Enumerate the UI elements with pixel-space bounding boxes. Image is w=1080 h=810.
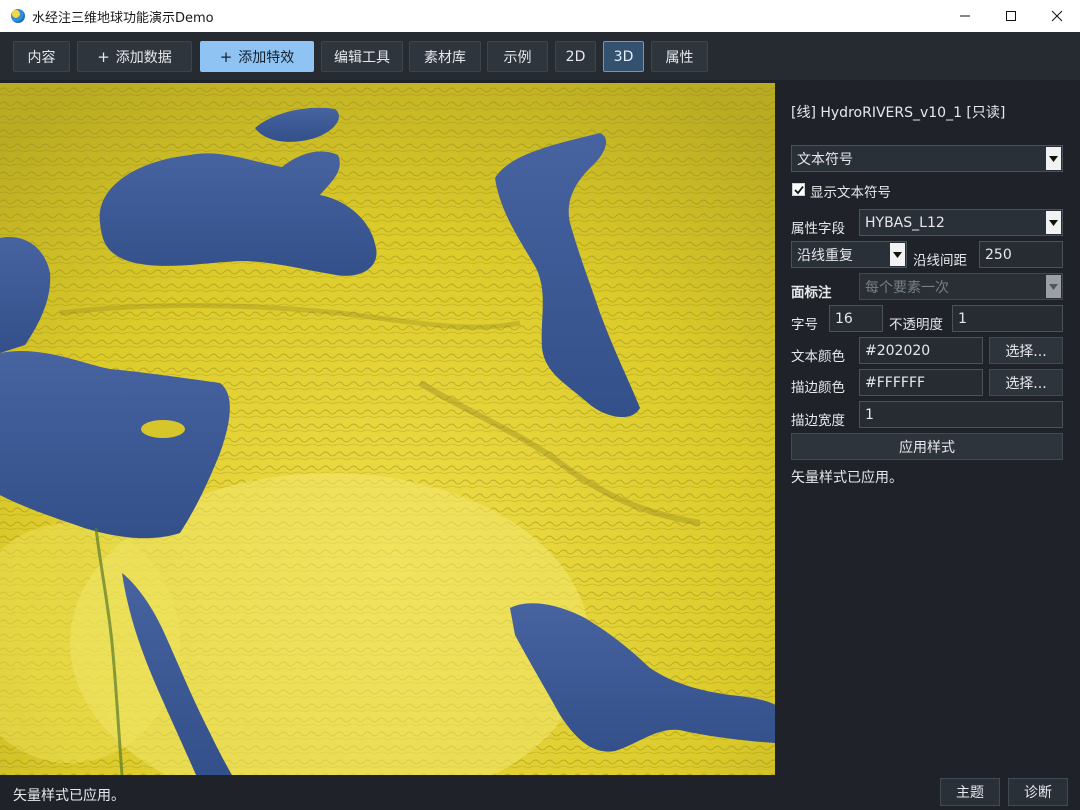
stroke-width-input[interactable]: 1 [859,401,1063,428]
attr-field-label: 属性字段 [791,221,845,237]
stroke-width-label: 描边宽度 [791,413,845,429]
title-bar: 水经注三维地球功能演示Demo [0,0,1080,32]
chevron-down-icon [890,243,905,266]
show-text-checkbox[interactable] [792,183,805,196]
style-properties-panel: [线] HydroRIVERS_v10_1 [只读] 文本符号 显示文本符号 属… [778,83,1080,775]
globe-map-view[interactable] [0,83,775,775]
apply-style-button[interactable]: 应用样式 [791,433,1063,460]
properties-button[interactable]: 属性 [651,41,708,72]
globe-app-icon [11,9,25,23]
view-3d-button-label: 3D [613,48,634,65]
add-effect-button[interactable]: + 添加特效 [200,41,314,72]
font-size-label: 字号 [791,317,818,333]
opacity-input[interactable]: 1 [952,305,1063,332]
font-size-input[interactable]: 16 [829,305,883,332]
minimize-button[interactable] [942,0,988,32]
main-toolbar: 内容 + 添加数据 + 添加特效 编辑工具 素材库 示例 2D 3D 属性 [0,32,1080,80]
material-library-button[interactable]: 素材库 [409,41,481,72]
layer-title: [线] HydroRIVERS_v10_1 [只读] [791,105,1006,121]
maximize-button[interactable] [988,0,1034,32]
edit-tools-button-label: 编辑工具 [334,49,390,66]
show-text-label: 显示文本符号 [810,185,891,201]
chevron-down-icon [1046,211,1061,234]
text-color-pick-button[interactable]: 选择... [989,337,1063,364]
area-mode-value: 每个要素一次 [865,279,949,296]
edit-tools-button[interactable]: 编辑工具 [321,41,403,72]
add-data-button[interactable]: + 添加数据 [77,41,192,72]
close-button[interactable] [1034,0,1080,32]
status-bar: 矢量样式已应用。 主题 诊断 [0,775,1080,810]
symbol-type-select[interactable]: 文本符号 [791,145,1063,172]
close-icon [1051,10,1063,22]
satellite-terrain-map [0,83,775,775]
text-color-input[interactable]: #202020 [859,337,983,364]
properties-button-label: 属性 [665,49,694,66]
contents-button[interactable]: 内容 [13,41,70,72]
chevron-down-icon [1046,147,1061,170]
chevron-down-icon [1046,275,1061,298]
line-spacing-input[interactable]: 250 [979,241,1063,268]
view-2d-button-label: 2D [565,48,586,65]
window-controls [942,0,1080,32]
stroke-color-pick-button[interactable]: 选择... [989,369,1063,396]
cyprus-island [141,420,185,438]
line-spacing-label: 沿线间距 [913,253,967,269]
line-mode-select[interactable]: 沿线重复 [791,241,907,268]
plus-icon: + [97,47,110,66]
add-data-button-label: 添加数据 [115,49,172,66]
theme-button[interactable]: 主题 [940,778,1000,806]
area-label: 面标注 [791,285,832,301]
maximize-icon [1006,11,1016,21]
add-effect-button-label: 添加特效 [238,49,295,66]
attr-field-select[interactable]: HYBAS_L12 [859,209,1063,236]
minimize-icon [960,15,970,17]
stroke-color-label: 描边颜色 [791,380,845,396]
view-3d-button[interactable]: 3D [603,41,644,72]
contents-button-label: 内容 [27,49,56,66]
checkmark-icon [793,185,804,194]
view-2d-button[interactable]: 2D [555,41,596,72]
line-mode-value: 沿线重复 [797,247,853,264]
examples-button-label: 示例 [503,49,532,66]
attr-field-value: HYBAS_L12 [865,214,945,231]
area-label-mode-select[interactable]: 每个要素一次 [859,273,1063,300]
black-sea [99,151,377,276]
opacity-label: 不透明度 [889,317,943,333]
plus-icon: + [219,47,233,66]
window-title: 水经注三维地球功能演示Demo [32,10,214,26]
symbol-type-value: 文本符号 [797,151,853,168]
material-library-button-label: 素材库 [424,49,466,66]
stroke-color-input[interactable]: #FFFFFF [859,369,983,396]
text-color-label: 文本颜色 [791,349,845,365]
status-text: 矢量样式已应用。 [13,788,125,804]
diagnose-button[interactable]: 诊断 [1008,778,1068,806]
examples-button[interactable]: 示例 [487,41,548,72]
panel-status-message: 矢量样式已应用。 [791,470,903,486]
